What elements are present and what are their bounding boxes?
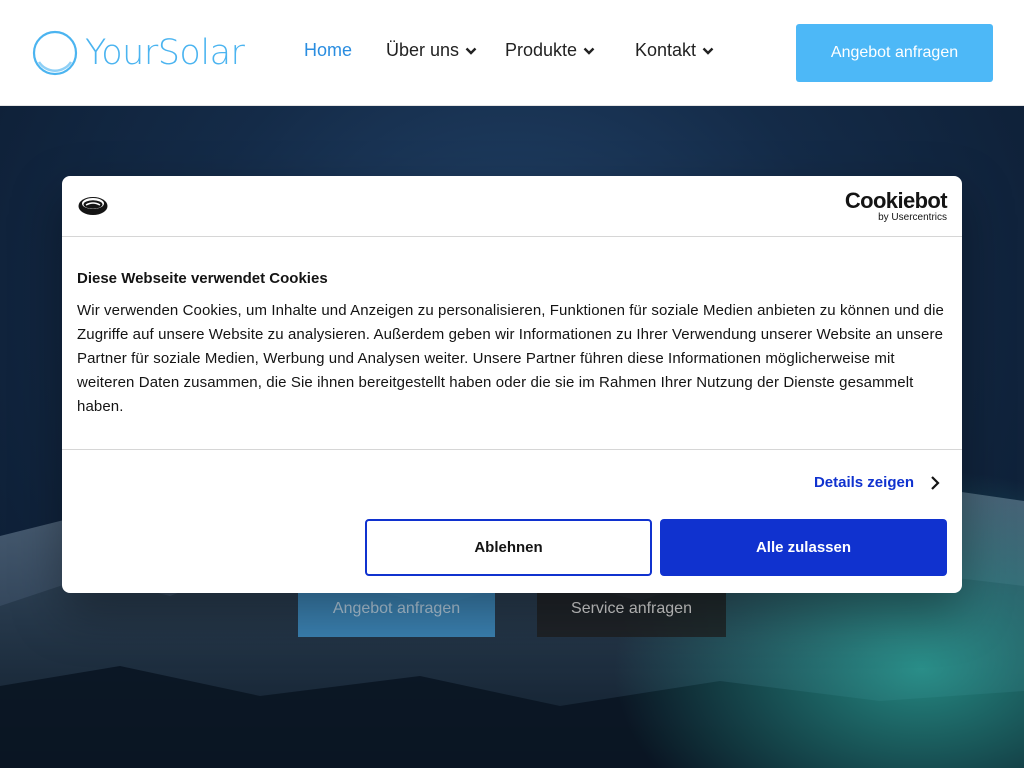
cookiebot-logo: Cookiebot by Usercentrics — [844, 188, 948, 224]
accept-all-button[interactable]: Alle zulassen — [660, 519, 947, 576]
cookie-dialog-header: Cookiebot by Usercentrics — [62, 176, 962, 237]
show-details-link[interactable]: Details zeigen — [814, 474, 940, 491]
request-quote-button[interactable]: Angebot anfragen — [796, 24, 993, 82]
yoursolar-logo[interactable]: YourSolar — [31, 28, 245, 78]
nav-item-ueber-uns[interactable]: Über uns — [386, 40, 477, 61]
cookie-icon — [78, 197, 108, 215]
nav-item-produkte[interactable]: Produkte — [505, 40, 595, 61]
decline-button[interactable]: Ablehnen — [365, 519, 652, 576]
cookie-consent-dialog: Cookiebot by Usercentrics Diese Webseite… — [62, 176, 962, 593]
cookie-dialog-divider — [62, 449, 962, 450]
nav-item-label: Kontakt — [635, 40, 697, 60]
site-header: YourSolar Home Über uns Produkte Kontakt… — [0, 0, 1024, 106]
show-details-label: Details zeigen — [813, 474, 914, 491]
chevron-down-icon — [583, 47, 595, 55]
nav-item-kontakt[interactable]: Kontakt — [635, 40, 714, 61]
cookiebot-logo-tagline: by Usercentrics — [878, 212, 947, 223]
nav-item-label: Home — [304, 40, 353, 60]
cookie-dialog-title: Diese Webseite verwendet Cookies — [77, 270, 328, 287]
logo-text: YourSolar — [85, 33, 245, 73]
cookiebot-logo-name: Cookiebot — [844, 188, 948, 213]
logo-ring-icon — [32, 30, 78, 76]
chevron-right-icon — [931, 475, 940, 490]
cookie-dialog-body: Wir verwenden Cookies, um Inhalte und An… — [77, 302, 944, 415]
chevron-down-icon — [465, 47, 477, 55]
chevron-down-icon — [702, 47, 714, 55]
nav-item-label: Über uns — [386, 40, 460, 60]
nav-item-home[interactable]: Home — [304, 40, 352, 61]
nav-item-label: Produkte — [505, 40, 578, 60]
